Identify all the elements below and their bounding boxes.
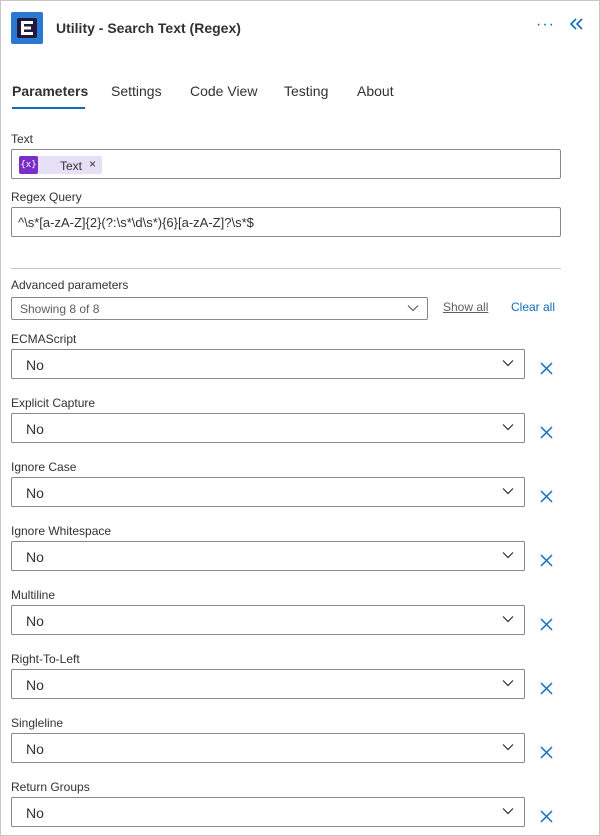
tab-settings[interactable]: Settings bbox=[111, 83, 162, 99]
chevron-down-icon bbox=[502, 808, 514, 815]
advanced-parameters-label: Advanced parameters bbox=[11, 278, 129, 292]
remove-return-groups-icon[interactable] bbox=[540, 810, 553, 823]
chevron-down-icon bbox=[502, 680, 514, 687]
active-tab-indicator bbox=[12, 107, 85, 109]
return-groups-label: Return Groups bbox=[11, 780, 90, 794]
right-to-left-label: Right-To-Left bbox=[11, 652, 80, 666]
explicit-capture-label: Explicit Capture bbox=[11, 396, 96, 410]
ignore-case-value: No bbox=[26, 485, 44, 501]
ecmascript-dropdown[interactable]: No bbox=[11, 349, 525, 379]
multiline-label: Multiline bbox=[11, 588, 56, 602]
right-to-left-value: No bbox=[26, 677, 44, 693]
tab-parameters[interactable]: Parameters bbox=[12, 83, 88, 99]
text-field-label: Text bbox=[11, 132, 34, 146]
ecmascript-label: ECMAScript bbox=[11, 332, 77, 346]
tab-code-view[interactable]: Code View bbox=[190, 83, 257, 99]
multiline-dropdown[interactable]: No bbox=[11, 605, 525, 635]
collapse-icon[interactable] bbox=[569, 17, 584, 35]
singleline-dropdown[interactable]: No bbox=[11, 733, 525, 763]
text-input[interactable]: {x} Text × bbox=[11, 149, 561, 179]
remove-explicit-capture-icon[interactable] bbox=[540, 426, 553, 439]
logo-icon bbox=[17, 18, 37, 38]
remove-right-to-left-icon[interactable] bbox=[540, 682, 553, 695]
right-to-left-dropdown[interactable]: No bbox=[11, 669, 525, 699]
singleline-label: Singleline bbox=[11, 716, 64, 730]
remove-singleline-icon[interactable] bbox=[540, 746, 553, 759]
ignore-whitespace-value: No bbox=[26, 549, 44, 565]
variable-icon: {x} bbox=[19, 156, 38, 174]
regex-query-input[interactable]: ^\s*[a-zA-Z]{2}(?:\s*\d\s*){6}[a-zA-Z]?\… bbox=[11, 207, 561, 237]
more-icon[interactable]: ··· bbox=[536, 16, 555, 34]
app-logo bbox=[11, 12, 43, 44]
remove-multiline-icon[interactable] bbox=[540, 618, 553, 631]
return-groups-value: No bbox=[26, 805, 44, 821]
page-title: Utility - Search Text (Regex) bbox=[56, 20, 241, 36]
ignore-whitespace-dropdown[interactable]: No bbox=[11, 541, 525, 571]
section-divider bbox=[11, 268, 561, 269]
remove-ignore-case-icon[interactable] bbox=[540, 490, 553, 503]
remove-ecmascript-icon[interactable] bbox=[540, 362, 553, 375]
chevron-down-icon bbox=[502, 744, 514, 751]
return-groups-dropdown[interactable]: No bbox=[11, 797, 525, 827]
chevron-down-icon bbox=[502, 424, 514, 431]
tab-testing[interactable]: Testing bbox=[284, 83, 328, 99]
chevron-down-icon bbox=[502, 488, 514, 495]
tab-about[interactable]: About bbox=[357, 83, 394, 99]
advanced-parameters-select[interactable]: Showing 8 of 8 bbox=[11, 297, 428, 320]
token-label: Text bbox=[60, 159, 83, 173]
ignore-case-dropdown[interactable]: No bbox=[11, 477, 525, 507]
explicit-capture-value: No bbox=[26, 421, 44, 437]
chevron-down-icon bbox=[502, 552, 514, 559]
remove-ignore-whitespace-icon[interactable] bbox=[540, 554, 553, 567]
chevron-down-icon bbox=[502, 616, 514, 623]
chevron-down-icon bbox=[502, 360, 514, 367]
regex-field-label: Regex Query bbox=[11, 190, 82, 204]
ignore-case-label: Ignore Case bbox=[11, 460, 77, 474]
multiline-value: No bbox=[26, 613, 44, 629]
explicit-capture-dropdown[interactable]: No bbox=[11, 413, 525, 443]
chevron-down-icon bbox=[407, 305, 419, 312]
ignore-whitespace-label: Ignore Whitespace bbox=[11, 524, 112, 538]
show-all-link[interactable]: Show all bbox=[443, 300, 488, 314]
token-remove-icon[interactable]: × bbox=[89, 157, 96, 171]
regex-query-value: ^\s*[a-zA-Z]{2}(?:\s*\d\s*){6}[a-zA-Z]?\… bbox=[18, 215, 254, 230]
clear-all-link[interactable]: Clear all bbox=[511, 300, 555, 314]
ecmascript-value: No bbox=[26, 357, 44, 373]
dynamic-content-token[interactable]: {x} Text × bbox=[19, 156, 102, 174]
advanced-parameters-value: Showing 8 of 8 bbox=[20, 302, 100, 316]
singleline-value: No bbox=[26, 741, 44, 757]
